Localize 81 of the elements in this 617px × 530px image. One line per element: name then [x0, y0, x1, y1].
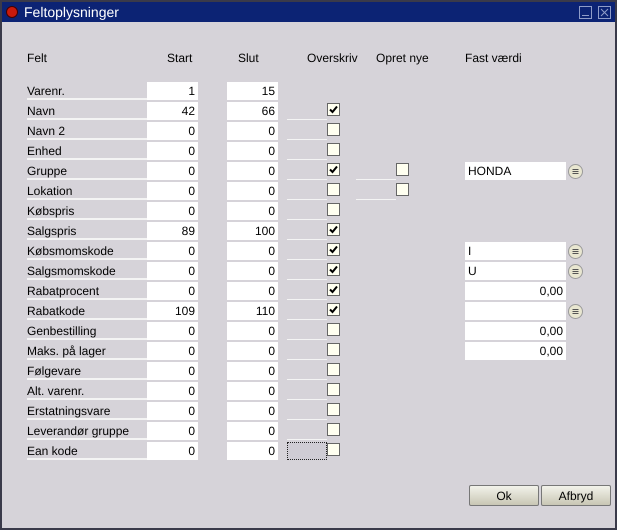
- end-field[interactable]: 15: [227, 82, 278, 100]
- start-field[interactable]: 0: [147, 142, 198, 160]
- column-header: Start: [166, 51, 194, 65]
- checkbox[interactable]: [327, 103, 340, 116]
- checkbox[interactable]: [327, 143, 340, 156]
- checkbox[interactable]: [327, 303, 340, 316]
- end-field[interactable]: 0: [227, 162, 278, 180]
- checkbox[interactable]: [327, 183, 340, 196]
- start-field[interactable]: 0: [147, 182, 198, 200]
- checkbox[interactable]: [327, 323, 340, 336]
- checkbox[interactable]: [327, 423, 340, 436]
- checkbox[interactable]: [327, 123, 340, 136]
- checkbox[interactable]: [327, 243, 340, 256]
- start-field[interactable]: 1: [147, 82, 198, 100]
- checkbox[interactable]: [327, 223, 340, 236]
- end-field[interactable]: 0: [227, 122, 278, 140]
- fixed-value-field[interactable]: HONDA: [465, 162, 566, 180]
- checkbox[interactable]: [327, 363, 340, 376]
- fixed-value-field[interactable]: 0,00: [465, 322, 566, 340]
- list-icon[interactable]: [568, 304, 583, 318]
- end-field[interactable]: 0: [227, 322, 278, 340]
- start-field[interactable]: 89: [147, 222, 198, 240]
- start-field[interactable]: 0: [147, 162, 198, 180]
- end-field[interactable]: 0: [227, 402, 278, 420]
- close-icon[interactable]: [598, 6, 611, 18]
- fixed-value-field[interactable]: I: [465, 242, 566, 260]
- end-field[interactable]: 0: [227, 422, 278, 440]
- checkbox[interactable]: [327, 203, 340, 216]
- checkbox[interactable]: [396, 183, 409, 196]
- end-field[interactable]: 0: [227, 182, 278, 200]
- list-icon[interactable]: [568, 164, 583, 178]
- end-field[interactable]: 0: [227, 142, 278, 160]
- checkbox[interactable]: [327, 343, 340, 356]
- checkbox[interactable]: [327, 163, 340, 176]
- end-field[interactable]: 100: [227, 222, 278, 240]
- start-field[interactable]: 0: [147, 402, 198, 420]
- end-field[interactable]: 0: [227, 202, 278, 220]
- column-header: Overskriv: [306, 51, 356, 65]
- start-field[interactable]: 0: [147, 202, 198, 220]
- start-field[interactable]: 0: [147, 442, 198, 460]
- end-field[interactable]: 0: [227, 442, 278, 460]
- start-field[interactable]: 0: [147, 262, 198, 280]
- minimize-icon[interactable]: [579, 6, 592, 18]
- start-field[interactable]: 109: [147, 302, 198, 320]
- end-field[interactable]: 66: [227, 102, 278, 120]
- end-field[interactable]: 0: [227, 382, 278, 400]
- start-field[interactable]: 0: [147, 322, 198, 340]
- start-field[interactable]: 0: [147, 382, 198, 400]
- column-header: Opret nye: [375, 51, 430, 65]
- checkbox[interactable]: [327, 443, 340, 456]
- start-field[interactable]: 0: [147, 362, 198, 380]
- start-field[interactable]: 0: [147, 242, 198, 260]
- fixed-value-field[interactable]: [465, 302, 566, 320]
- start-field[interactable]: 0: [147, 282, 198, 300]
- list-icon[interactable]: [568, 264, 583, 278]
- end-field[interactable]: 0: [227, 362, 278, 380]
- end-field[interactable]: 110: [227, 302, 278, 320]
- column-header: Fast værdi: [465, 51, 523, 65]
- list-icon[interactable]: [568, 244, 583, 258]
- checkbox[interactable]: [327, 383, 340, 396]
- end-field[interactable]: 0: [227, 262, 278, 280]
- app-icon: [6, 6, 18, 18]
- end-field[interactable]: 0: [227, 242, 278, 260]
- column-header: Felt: [27, 51, 48, 65]
- fixed-value-field[interactable]: U: [465, 262, 566, 280]
- end-field[interactable]: 0: [227, 282, 278, 300]
- start-field[interactable]: 0: [147, 342, 198, 360]
- start-field[interactable]: 0: [147, 422, 198, 440]
- column-header: Slut: [237, 51, 260, 65]
- checkbox[interactable]: [327, 283, 340, 296]
- fixed-value-field[interactable]: 0,00: [465, 282, 566, 300]
- end-field[interactable]: 0: [227, 342, 278, 360]
- dialog-button[interactable]: Ok: [469, 485, 539, 506]
- start-field[interactable]: 0: [147, 122, 198, 140]
- window-title: Feltoplysninger: [24, 4, 120, 20]
- checkbox[interactable]: [327, 403, 340, 416]
- checkbox[interactable]: [327, 263, 340, 276]
- fixed-value-field[interactable]: 0,00: [465, 342, 566, 360]
- dialog-button[interactable]: Afbryd: [541, 485, 611, 506]
- start-field[interactable]: 42: [147, 102, 198, 120]
- checkbox[interactable]: [396, 163, 409, 176]
